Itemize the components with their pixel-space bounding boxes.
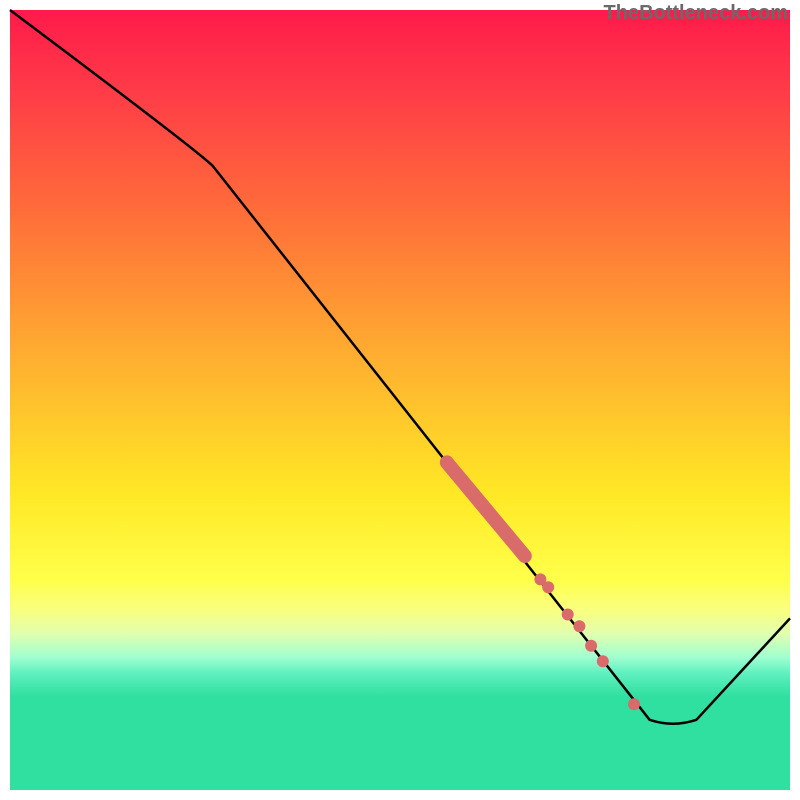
highlight-point xyxy=(542,581,554,593)
highlight-point xyxy=(585,640,597,652)
highlight-point xyxy=(573,620,585,632)
highlight-segment xyxy=(447,462,525,556)
highlight-point xyxy=(597,655,609,667)
highlight-point xyxy=(628,698,640,710)
highlight-point xyxy=(562,609,574,621)
marker-group xyxy=(447,462,640,710)
chart-container: TheBottleneck.com xyxy=(0,0,800,800)
bottleneck-curve xyxy=(10,10,790,724)
chart-overlay-svg xyxy=(0,0,800,800)
